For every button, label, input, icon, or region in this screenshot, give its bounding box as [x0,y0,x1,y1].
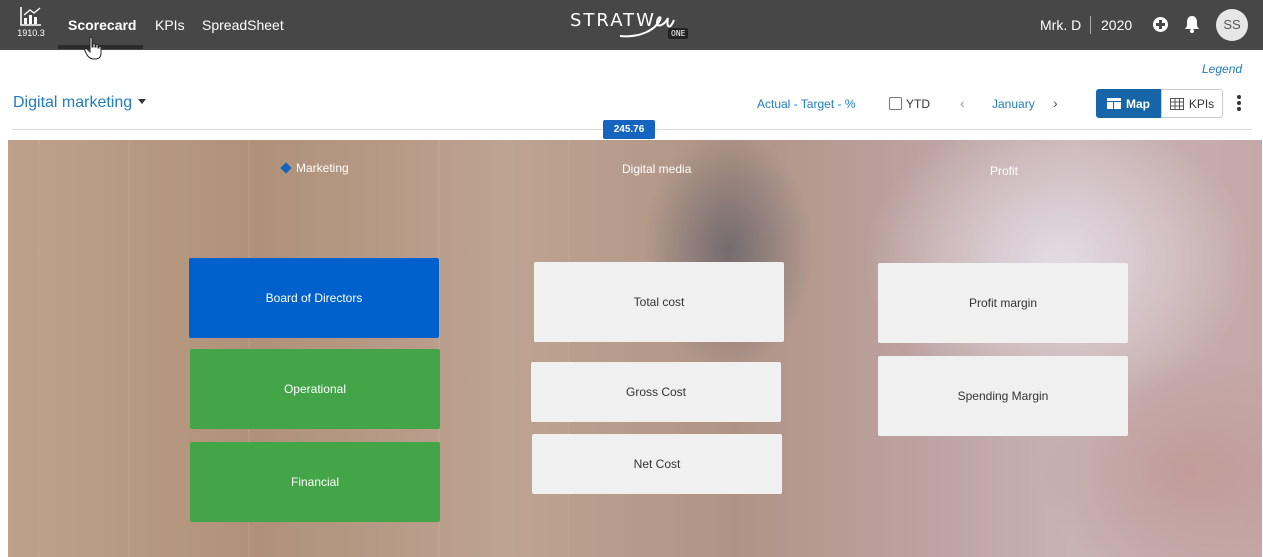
perspective-digital-media[interactable]: Digital media [622,162,691,176]
chart-bar-icon [20,7,41,26]
ytd-checkbox[interactable] [889,97,902,110]
perspective-marketing[interactable]: Marketing [280,161,349,175]
top-navigation-bar: 1910.3 Scorecard KPIs SpreadSheet STRATW… [0,0,1263,60]
objective-spending-margin[interactable]: Spending Margin [878,356,1128,436]
table-grid-icon [1169,97,1184,110]
scorecard-dropdown[interactable]: Digital marketing [13,94,147,112]
objective-net-cost[interactable]: Net Cost [532,434,782,494]
map-layout-icon [1107,98,1121,109]
perspective-profit[interactable]: Profit [990,164,1018,178]
score-badge: 245.76 [603,120,655,139]
background-stripe [568,140,570,557]
tab-scorecard[interactable]: Scorecard [68,0,136,50]
divider [1090,16,1091,34]
avatar[interactable]: SS [1216,9,1248,41]
brand-logo: STRATW ONE [570,8,695,42]
tab-kpis[interactable]: KPIs [155,0,185,50]
ytd-label: YTD [906,97,930,111]
metric-mode-toggle[interactable]: Actual - Target - % [757,97,855,111]
objective-operational[interactable]: Operational [190,349,440,429]
legend-link[interactable]: Legend [1202,62,1242,76]
app-logo[interactable]: 1910.3 [14,6,48,44]
background-stripe [38,140,40,557]
brand-suffix: ONE [668,28,689,39]
perspective-title: Marketing [296,161,349,175]
objective-profit-margin[interactable]: Profit margin [878,263,1128,343]
bell-icon[interactable] [1184,15,1200,33]
more-vertical-icon[interactable] [1236,95,1242,111]
app-version: 1910.3 [17,28,45,38]
map-view-button[interactable]: Map [1096,89,1161,118]
kpis-view-label: KPIs [1188,96,1215,111]
hand-cursor-icon [84,36,102,60]
diamond-icon [280,162,292,174]
chevron-left-icon[interactable]: ‹ [960,95,965,111]
scorecard-name: Digital marketing [13,94,133,111]
background-stripe [128,140,130,557]
tab-spreadsheet[interactable]: SpreadSheet [202,0,284,50]
objective-total-cost[interactable]: Total cost [534,262,784,342]
plus-circle-icon[interactable] [1153,17,1168,32]
objective-financial[interactable]: Financial [190,442,440,522]
objective-board-of-directors[interactable]: Board of Directors [189,258,439,338]
month-selector[interactable]: January [992,97,1035,111]
caret-down-icon [138,98,147,104]
map-view-label: Map [1126,96,1150,111]
year-selector[interactable]: 2020 [1101,0,1132,50]
strategy-map-canvas: Marketing Digital media Profit Board of … [8,140,1262,557]
user-name[interactable]: Mrk. D [1040,0,1081,50]
chevron-right-icon[interactable]: › [1053,95,1058,111]
objective-gross-cost[interactable]: Gross Cost [531,362,781,422]
kpis-view-button[interactable]: KPIs [1161,89,1223,118]
